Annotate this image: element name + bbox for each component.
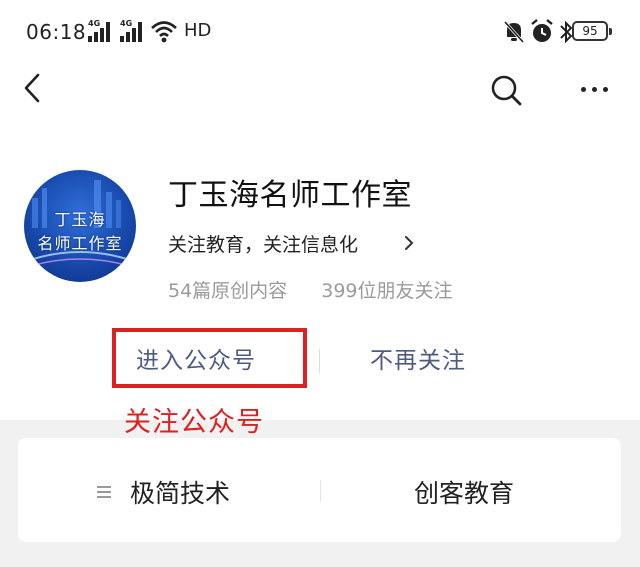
annotation-label: 关注公众号 [124,407,264,438]
friends-following: 399位朋友关注 [321,280,453,302]
chevron-left-icon[interactable] [18,70,48,106]
hd-label: HD [184,20,212,41]
alarm-icon [531,19,553,42]
signal-icon-2: 4G [120,19,150,42]
enter-account-button[interactable]: 进入公众号 [136,341,256,375]
status-time: 06:18 [26,20,87,44]
bluetooth-icon [560,20,573,44]
more-dots-icon[interactable] [578,78,612,98]
original-count: 54篇原创内容 [168,280,288,302]
account-name: 丁玉海名师工作室 [168,178,412,213]
account-stats: 54篇原创内容 399位朋友关注 [168,276,481,303]
avatar[interactable]: 丁玉海 名师工作室 [24,170,136,282]
menu-divider [320,480,321,502]
menu-list-icon [97,486,111,498]
divider [319,349,320,373]
signal-icon: 4G [88,19,118,42]
battery-indicator: 95 [572,21,612,41]
account-description[interactable]: 关注教育，关注信息化 [168,230,358,257]
menu-item-1[interactable]: 极简技术 [130,474,230,510]
menu-item-2[interactable]: 创客教育 [414,474,514,510]
avatar-text-line2: 名师工作室 [37,234,123,253]
search-icon[interactable] [488,72,524,108]
avatar-text-line1: 丁玉海 [54,210,106,229]
unfollow-button[interactable]: 不再关注 [370,341,466,375]
chevron-right-icon[interactable] [403,234,415,252]
wifi-icon [151,21,177,43]
mute-bell-icon [503,20,525,44]
status-bar: 06:18 4G 4G HD 95 [0,0,640,62]
